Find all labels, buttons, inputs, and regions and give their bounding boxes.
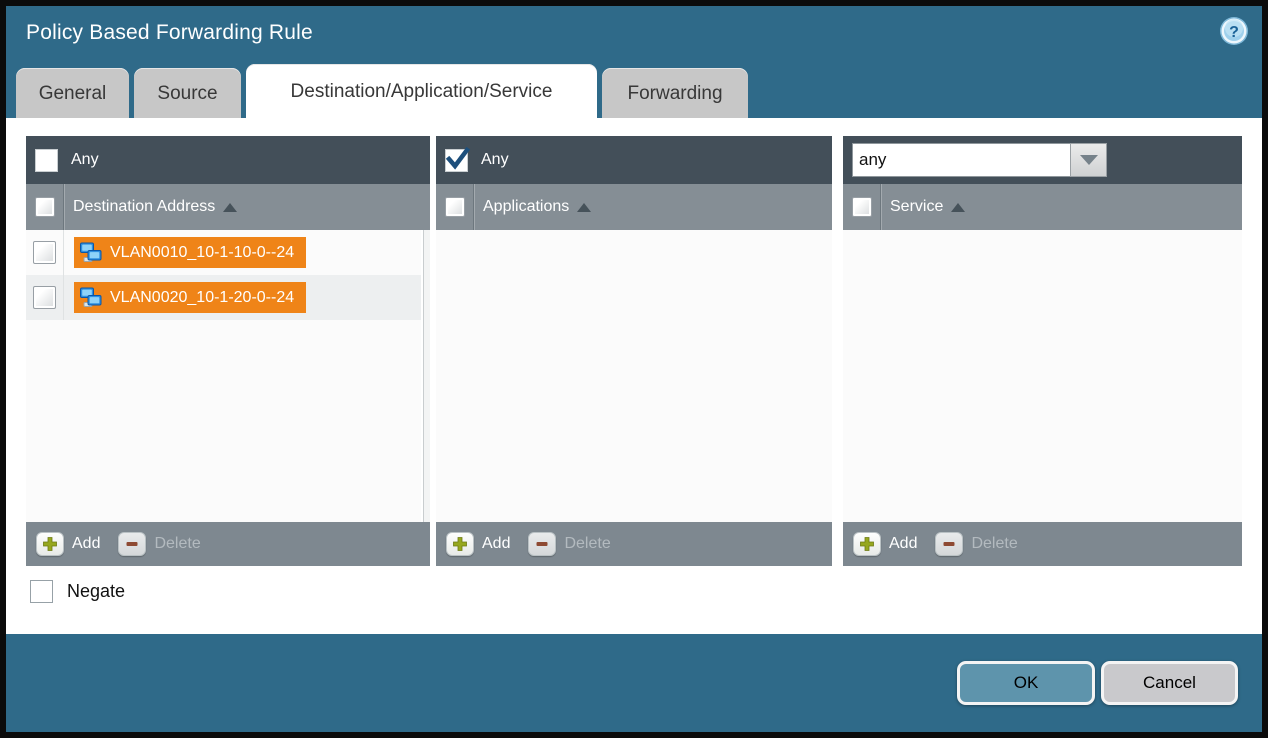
table-row[interactable]: VLAN0010_10-1-10-0--24: [26, 230, 430, 275]
address-object-chip[interactable]: VLAN0020_10-1-20-0--24: [74, 282, 306, 313]
applications-header-row: Applications: [436, 184, 832, 230]
applications-selectall-checkbox[interactable]: [445, 197, 465, 217]
delete-button-label: Delete: [564, 535, 610, 553]
applications-list: [436, 230, 832, 522]
destination-header-label: Destination Address: [73, 198, 215, 216]
ok-button[interactable]: OK: [957, 661, 1095, 705]
help-icon[interactable]: ?: [1218, 15, 1250, 47]
minus-icon: [942, 537, 956, 551]
dialog-titlebar: Policy Based Forwarding Rule ?: [6, 6, 1262, 64]
address-object-chip[interactable]: VLAN0010_10-1-10-0--24: [74, 237, 306, 268]
destination-header-row: Destination Address: [26, 184, 430, 230]
address-object-label: VLAN0020_10-1-20-0--24: [110, 289, 294, 307]
applications-footer: Add Delete: [436, 522, 832, 566]
applications-column: Any Applications Add Delete: [436, 136, 832, 566]
tab-forwarding[interactable]: Forwarding: [602, 68, 748, 118]
service-dropdown-bar: [843, 136, 1242, 184]
delete-button-label: Delete: [971, 535, 1017, 553]
policy-forwarding-dialog: Policy Based Forwarding Rule ? General S…: [0, 0, 1268, 738]
add-button-label[interactable]: Add: [482, 535, 510, 553]
negate-checkbox[interactable]: [30, 580, 53, 603]
chevron-down-icon: [1080, 155, 1098, 165]
destination-list: VLAN0010_10-1-10-0--24 VLAN0020_10-1: [26, 230, 430, 522]
destination-footer: Add Delete: [26, 522, 430, 566]
add-button[interactable]: [36, 532, 64, 556]
plus-icon: [452, 536, 468, 552]
applications-any-checkbox[interactable]: [445, 149, 468, 172]
destination-any-bar: Any: [26, 136, 430, 184]
delete-button[interactable]: [528, 532, 556, 556]
plus-icon: [42, 536, 58, 552]
service-header-label: Service: [890, 198, 943, 216]
tab-content-panel: Any Destination Address: [6, 118, 1262, 634]
tab-destination-application-service[interactable]: Destination/Application/Service: [246, 64, 597, 118]
delete-button[interactable]: [935, 532, 963, 556]
negate-label: Negate: [67, 581, 125, 602]
plus-icon: [859, 536, 875, 552]
sort-asc-icon[interactable]: [223, 203, 237, 212]
delete-button[interactable]: [118, 532, 146, 556]
add-button[interactable]: [446, 532, 474, 556]
service-combobox: [852, 143, 1107, 177]
service-dropdown-button[interactable]: [1070, 143, 1107, 177]
applications-any-label: Any: [481, 151, 509, 169]
destination-selectall-checkbox[interactable]: [35, 197, 55, 217]
row-checkbox[interactable]: [33, 286, 56, 309]
svg-text:?: ?: [1229, 24, 1239, 41]
sort-asc-icon[interactable]: [951, 203, 965, 212]
service-dropdown-input[interactable]: [852, 143, 1070, 177]
tab-source[interactable]: Source: [134, 68, 241, 118]
destination-address-column: Any Destination Address: [26, 136, 430, 566]
applications-any-bar: Any: [436, 136, 832, 184]
network-icon: [79, 241, 103, 265]
service-list: [843, 230, 1242, 522]
add-button-label[interactable]: Add: [889, 535, 917, 553]
table-row[interactable]: VLAN0020_10-1-20-0--24: [26, 275, 430, 320]
address-object-label: VLAN0010_10-1-10-0--24: [110, 244, 294, 262]
tab-general[interactable]: General: [16, 68, 129, 118]
minus-icon: [125, 537, 139, 551]
cancel-button[interactable]: Cancel: [1101, 661, 1238, 705]
checkmark-icon: [445, 146, 471, 172]
row-checkbox[interactable]: [33, 241, 56, 264]
add-button-label[interactable]: Add: [72, 535, 100, 553]
minus-icon: [535, 537, 549, 551]
network-icon: [79, 286, 103, 310]
service-selectall-checkbox[interactable]: [852, 197, 872, 217]
dialog-title: Policy Based Forwarding Rule: [26, 21, 313, 45]
scrollbar-track[interactable]: [423, 230, 430, 522]
service-column: Service Add Delete: [843, 136, 1242, 566]
service-footer: Add Delete: [843, 522, 1242, 566]
sort-asc-icon[interactable]: [577, 203, 591, 212]
add-button[interactable]: [853, 532, 881, 556]
destination-any-checkbox[interactable]: [35, 149, 58, 172]
applications-header-label: Applications: [483, 198, 569, 216]
service-header-row: Service: [843, 184, 1242, 230]
delete-button-label: Delete: [154, 535, 200, 553]
negate-option: Negate: [30, 580, 125, 603]
destination-any-label: Any: [71, 151, 99, 169]
